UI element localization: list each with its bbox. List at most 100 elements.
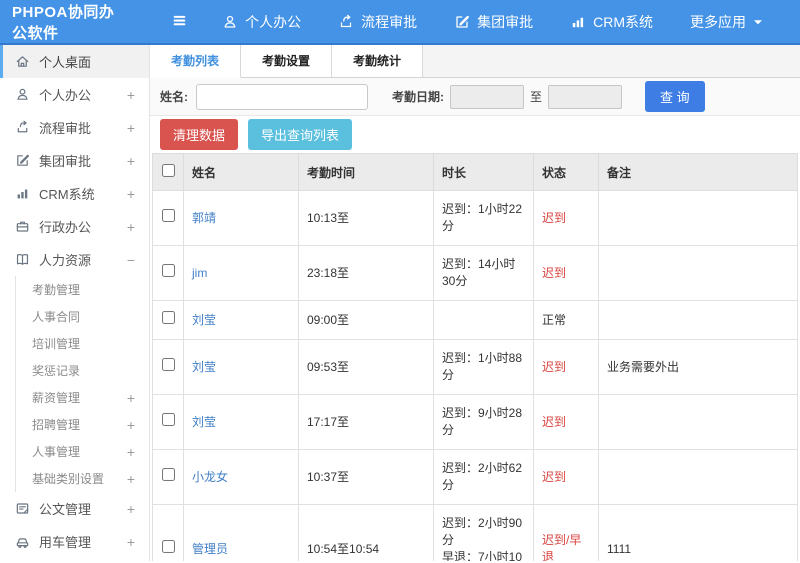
employee-name-link[interactable]: jim (192, 266, 207, 280)
sidebar-item-label: 基础类别设置 (32, 472, 105, 486)
main-content: 考勤列表 考勤设置 考勤统计 姓名: 考勤日期: 至 查 询 清理数据 导出查询列表… (150, 45, 800, 561)
edit-icon (454, 14, 470, 30)
table-body: 郭靖 10:13至 迟到：1小时22分 迟到 jim 23:18至 迟到：14小时30分 迟到… (152, 190, 798, 561)
expand-plus-icon[interactable]: + (127, 88, 135, 102)
tab-考勤统计[interactable]: 考勤统计 (332, 45, 424, 77)
topnav-item-0[interactable]: 个人办公 (222, 12, 301, 32)
sidebar-item-招聘管理[interactable]: 招聘管理 + (0, 411, 149, 438)
date-from-input[interactable] (450, 84, 524, 109)
sidebar-item-公文管理[interactable]: 公文管理 + (0, 492, 149, 525)
row-checkbox[interactable] (161, 413, 175, 426)
employee-name-link[interactable]: 刘莹 (192, 415, 216, 429)
name-input[interactable] (196, 83, 368, 110)
expand-plus-icon[interactable]: + (127, 187, 135, 201)
duration-cell: 迟到：2小时62分 (433, 449, 534, 505)
attendance-table: 姓名 考勤时间 时长 状态 备注 郭靖 10:13至 迟到：1小时22分 迟到 jim 23:18… (152, 153, 798, 561)
sidebar-item-人事管理[interactable]: 人事管理 + (0, 438, 149, 465)
row-checkbox[interactable] (161, 311, 175, 324)
row-checkbox[interactable] (161, 540, 175, 553)
sidebar-item-集团审批[interactable]: 集团审批 + (0, 144, 149, 177)
sidebar-item-考勤管理[interactable]: 考勤管理 (0, 276, 149, 303)
expand-plus-icon[interactable]: + (127, 535, 135, 549)
sidebar-item-人力资源[interactable]: 人力资源 − (0, 243, 149, 276)
remark-cell (598, 245, 798, 301)
remark-cell (598, 190, 798, 246)
sidebar-item-CRM系统[interactable]: CRM系统 + (0, 177, 149, 210)
duration-cell: 迟到：2小时90分 早退：7小时10分 (433, 504, 534, 561)
column-header-备注: 备注 (598, 153, 798, 191)
row-checkbox[interactable] (161, 358, 175, 371)
date-to-input[interactable] (548, 84, 623, 109)
export-list-button[interactable]: 导出查询列表 (248, 119, 353, 150)
duration-cell (433, 300, 534, 340)
employee-name-link[interactable]: 刘莹 (192, 313, 216, 327)
query-button[interactable]: 查 询 (645, 81, 705, 112)
sidebar-item-label: 奖惩记录 (32, 364, 81, 378)
person-icon (222, 14, 238, 30)
sidebar-item-行政办公[interactable]: 行政办公 + (0, 210, 149, 243)
column-header-姓名: 姓名 (183, 153, 299, 191)
flow-icon (338, 14, 354, 30)
expand-plus-icon[interactable]: + (127, 445, 135, 459)
topnav-item-label: 更多应用 (690, 13, 746, 30)
employee-name-link[interactable]: 管理员 (192, 542, 228, 556)
sidebar-item-label: 培训管理 (32, 337, 81, 351)
collapse-minus-icon[interactable]: − (127, 253, 135, 267)
hamburger-icon (171, 12, 188, 32)
sidebar-item-个人桌面[interactable]: 个人桌面 (0, 45, 149, 78)
select-all-checkbox[interactable] (161, 164, 175, 177)
sidebar-item-基础类别设置[interactable]: 基础类别设置 + (0, 465, 149, 492)
attendance-time-cell: 17:17至 (298, 394, 434, 450)
attendance-time-cell: 10:37至 (298, 449, 434, 505)
sidebar-item-label: 薪资管理 (32, 391, 81, 405)
topnav-item-3[interactable]: CRM系统 (570, 12, 653, 32)
tab-bar: 考勤列表 考勤设置 考勤统计 (150, 45, 800, 78)
sidebar-item-label: 招聘管理 (32, 418, 81, 432)
status-cell: 迟到 (533, 449, 599, 505)
sidebar-item-流程审批[interactable]: 流程审批 + (0, 111, 149, 144)
expand-plus-icon[interactable]: + (127, 154, 135, 168)
row-checkbox[interactable] (161, 209, 175, 222)
column-header-状态: 状态 (533, 153, 599, 191)
employee-name-link[interactable]: 刘莹 (192, 360, 216, 374)
sidebar-item-人事合同[interactable]: 人事合同 (0, 303, 149, 330)
sidebar-item-label: 人事管理 (32, 445, 81, 459)
expand-plus-icon[interactable]: + (127, 418, 135, 432)
topnav-item-label: 集团审批 (477, 13, 534, 30)
sidebar-item-个人办公[interactable]: 个人办公 + (0, 78, 149, 111)
name-label: 姓名: (160, 90, 188, 104)
remark-cell: 业务需要外出 (598, 339, 798, 395)
hamburger-menu-button[interactable] (171, 12, 188, 32)
topnav-item-1[interactable]: 流程审批 (338, 12, 417, 32)
expand-plus-icon[interactable]: + (127, 472, 135, 486)
tab-考勤设置[interactable]: 考勤设置 (241, 45, 333, 77)
expand-plus-icon[interactable]: + (127, 391, 135, 405)
expand-plus-icon[interactable]: + (127, 121, 135, 135)
table-row: jim 23:18至 迟到：14小时30分 迟到 (152, 245, 798, 301)
status-cell: 迟到 (533, 394, 599, 450)
clean-data-button[interactable]: 清理数据 (160, 119, 239, 150)
sidebar-item-培训管理[interactable]: 培训管理 (0, 330, 149, 357)
table-row: 管理员 10:54至10:54迟到：2小时90分 早退：7小时10分迟到/早退11… (152, 504, 798, 561)
topnav-item-label: 流程审批 (361, 13, 418, 30)
status-cell: 正常 (533, 300, 599, 340)
employee-name-link[interactable]: 郭靖 (192, 211, 216, 225)
sidebar-item-用车管理[interactable]: 用车管理 + (0, 525, 149, 558)
row-checkbox[interactable] (161, 264, 175, 277)
sidebar-item-薪资管理[interactable]: 薪资管理 + (0, 384, 149, 411)
column-header-时长: 时长 (433, 153, 534, 191)
table-row: 刘莹 09:53至 迟到：1小时88分 迟到 业务需要外出 (152, 339, 798, 395)
sidebar-item-label: 个人桌面 (39, 55, 92, 70)
row-checkbox[interactable] (161, 468, 175, 481)
topnav-item-4[interactable]: 更多应用 (690, 12, 763, 32)
sidebar-item-奖惩记录[interactable]: 奖惩记录 (0, 357, 149, 384)
status-cell: 迟到 (533, 245, 599, 301)
employee-name-link[interactable]: 小龙女 (192, 470, 228, 484)
table-row: 刘莹 09:00至 正常 (152, 300, 798, 340)
topnav-item-2[interactable]: 集团审批 (454, 12, 533, 32)
expand-plus-icon[interactable]: + (127, 502, 135, 516)
expand-plus-icon[interactable]: + (127, 220, 135, 234)
app-logo: PHPOA协同办公软件 (12, 3, 115, 42)
tab-考勤列表[interactable]: 考勤列表 (150, 45, 242, 78)
duration-cell: 迟到：1小时22分 (433, 190, 534, 246)
